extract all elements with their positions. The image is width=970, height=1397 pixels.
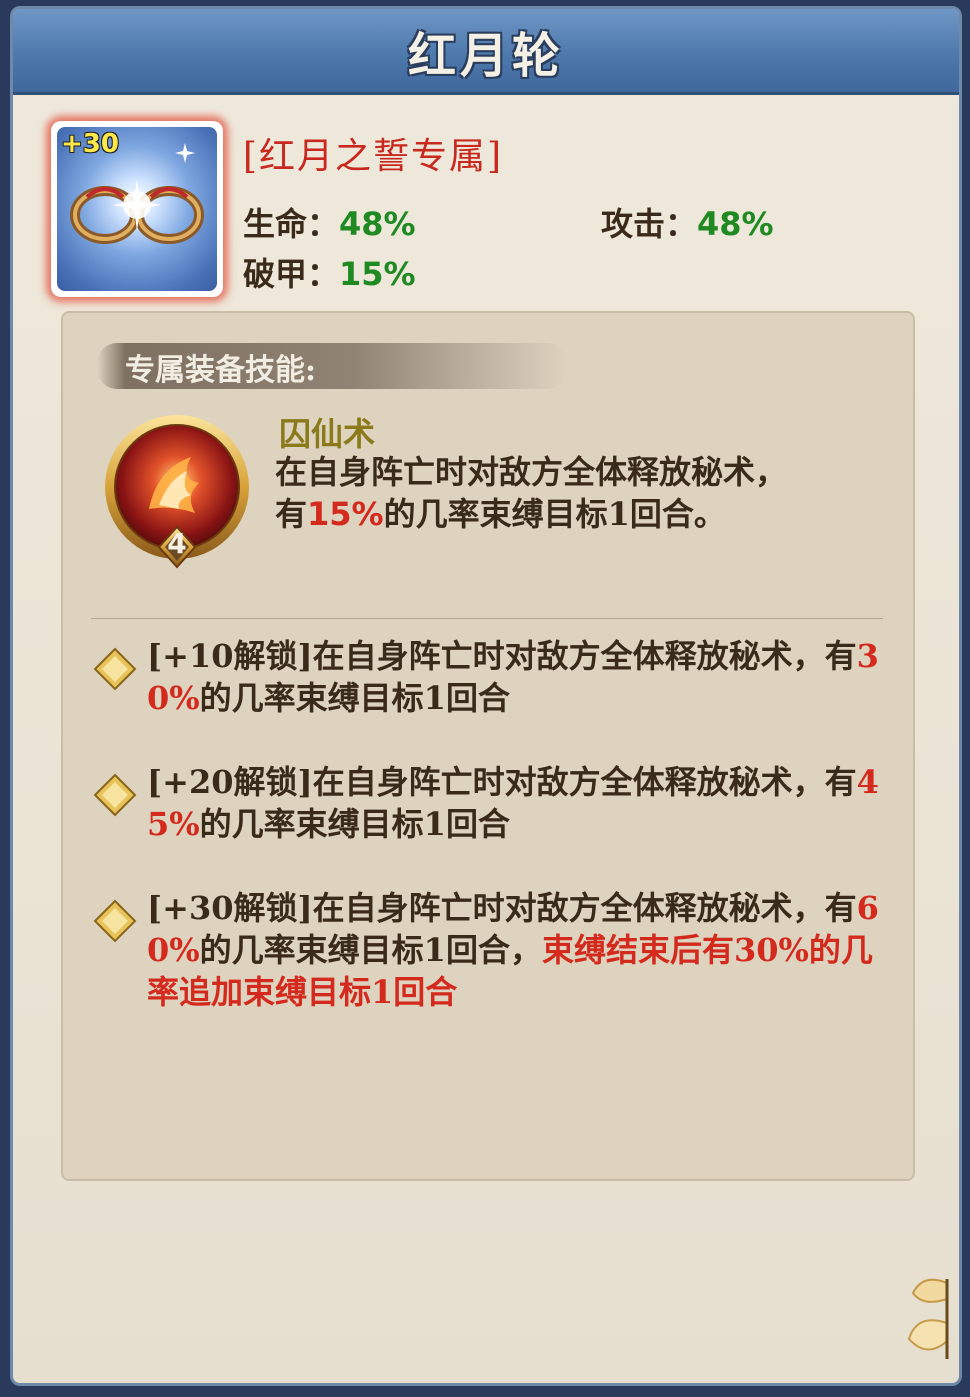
section-divider <box>91 618 883 619</box>
equipment-item-slot[interactable]: +30 <box>51 121 223 297</box>
stat-hp-label: 生命： <box>243 205 340 243</box>
unlock-text-line: 的几率束缚目标1回合 <box>199 679 510 717</box>
skill-description: 在自身阵亡时对敌方全体释放秘术， 有15%的几率束缚目标1回合。 <box>275 451 875 535</box>
skill-emblem[interactable]: 4 <box>99 409 259 583</box>
unlock-bonus-effect: 束缚结束后有30%的几 <box>541 931 873 969</box>
stat-armor-break: 破甲：15% <box>243 249 416 295</box>
stat-hp: 生命：48% <box>243 199 416 245</box>
exclusive-skill-section: 专属装备技能: 4 囚仙术 在自身阵亡时对敌方全体释放秘术， 有15%的几率束缚… <box>61 311 915 1181</box>
unlock-text-line: [+20解锁]在自身阵亡时对敌方全体释放秘术，有 <box>147 763 857 801</box>
skill-desc-chance: 15% <box>307 495 384 533</box>
red-moon-ring-icon: +30 <box>57 127 217 291</box>
skill-desc-line2-pre: 有 <box>275 495 308 533</box>
unlock-tier-30-text: [+30解锁]在自身阵亡时对敌方全体释放秘术，有6 0%的几率束缚目标1回合，束… <box>147 887 899 1013</box>
unlock-chance-part: 4 <box>856 763 879 801</box>
skill-emblem-level: 4 <box>167 527 187 560</box>
skill-desc-line2-post: 的几率束缚目标1回合。 <box>383 495 726 533</box>
gold-diamond-icon <box>93 899 137 943</box>
unlock-chance-part: 0% <box>147 679 200 717</box>
skill-name: 囚仙术 <box>279 415 376 453</box>
unlock-text-line: [+30解锁]在自身阵亡时对敌方全体释放秘术，有 <box>147 889 857 927</box>
gold-diamond-icon <box>93 647 137 691</box>
unlock-text-line: 的几率束缚目标1回合， <box>199 931 542 969</box>
unlock-tier-20-text: [+20解锁]在自身阵亡时对敌方全体释放秘术，有4 5%的几率束缚目标1回合 <box>147 761 899 845</box>
stat-armor-break-value: 15% <box>339 255 416 293</box>
butterfly-decoration-icon <box>907 1278 949 1359</box>
stat-armor-break-label: 破甲： <box>243 255 340 293</box>
unlock-chance-part: 5% <box>147 805 200 843</box>
unlock-bonus-effect: 率追加束缚目标1回合 <box>147 973 458 1011</box>
stat-attack-value: 48% <box>697 205 774 243</box>
title-bar: 红月轮 <box>13 9 959 95</box>
stat-hp-value: 48% <box>339 205 416 243</box>
exclusive-owner-label: [红月之誓专属] <box>243 136 504 177</box>
stat-attack: 攻击：48% <box>601 199 774 245</box>
unlock-chance-part: 6 <box>856 889 879 927</box>
unlock-text-line: 的几率束缚目标1回合 <box>199 805 510 843</box>
unlock-text-line: [+10解锁]在自身阵亡时对敌方全体释放秘术，有 <box>147 637 857 675</box>
skill-section-label: 专属装备技能: <box>125 353 317 388</box>
enhance-level-badge: +30 <box>61 129 119 159</box>
equipment-title: 红月轮 <box>407 27 564 84</box>
stat-attack-label: 攻击： <box>601 205 698 243</box>
unlock-tier-10-text: [+10解锁]在自身阵亡时对敌方全体释放秘术，有3 0%的几率束缚目标1回合 <box>147 635 899 719</box>
equipment-detail-panel: 红月轮 +30 [红月之誓专属] 生命：48% 攻击：48% 破甲：15% 专属… <box>10 6 962 1386</box>
unlock-chance-part: 0% <box>147 931 200 969</box>
skill-desc-line1: 在自身阵亡时对敌方全体释放秘术， <box>275 453 788 491</box>
unlock-chance-part: 3 <box>856 637 879 675</box>
gold-diamond-icon <box>93 773 137 817</box>
